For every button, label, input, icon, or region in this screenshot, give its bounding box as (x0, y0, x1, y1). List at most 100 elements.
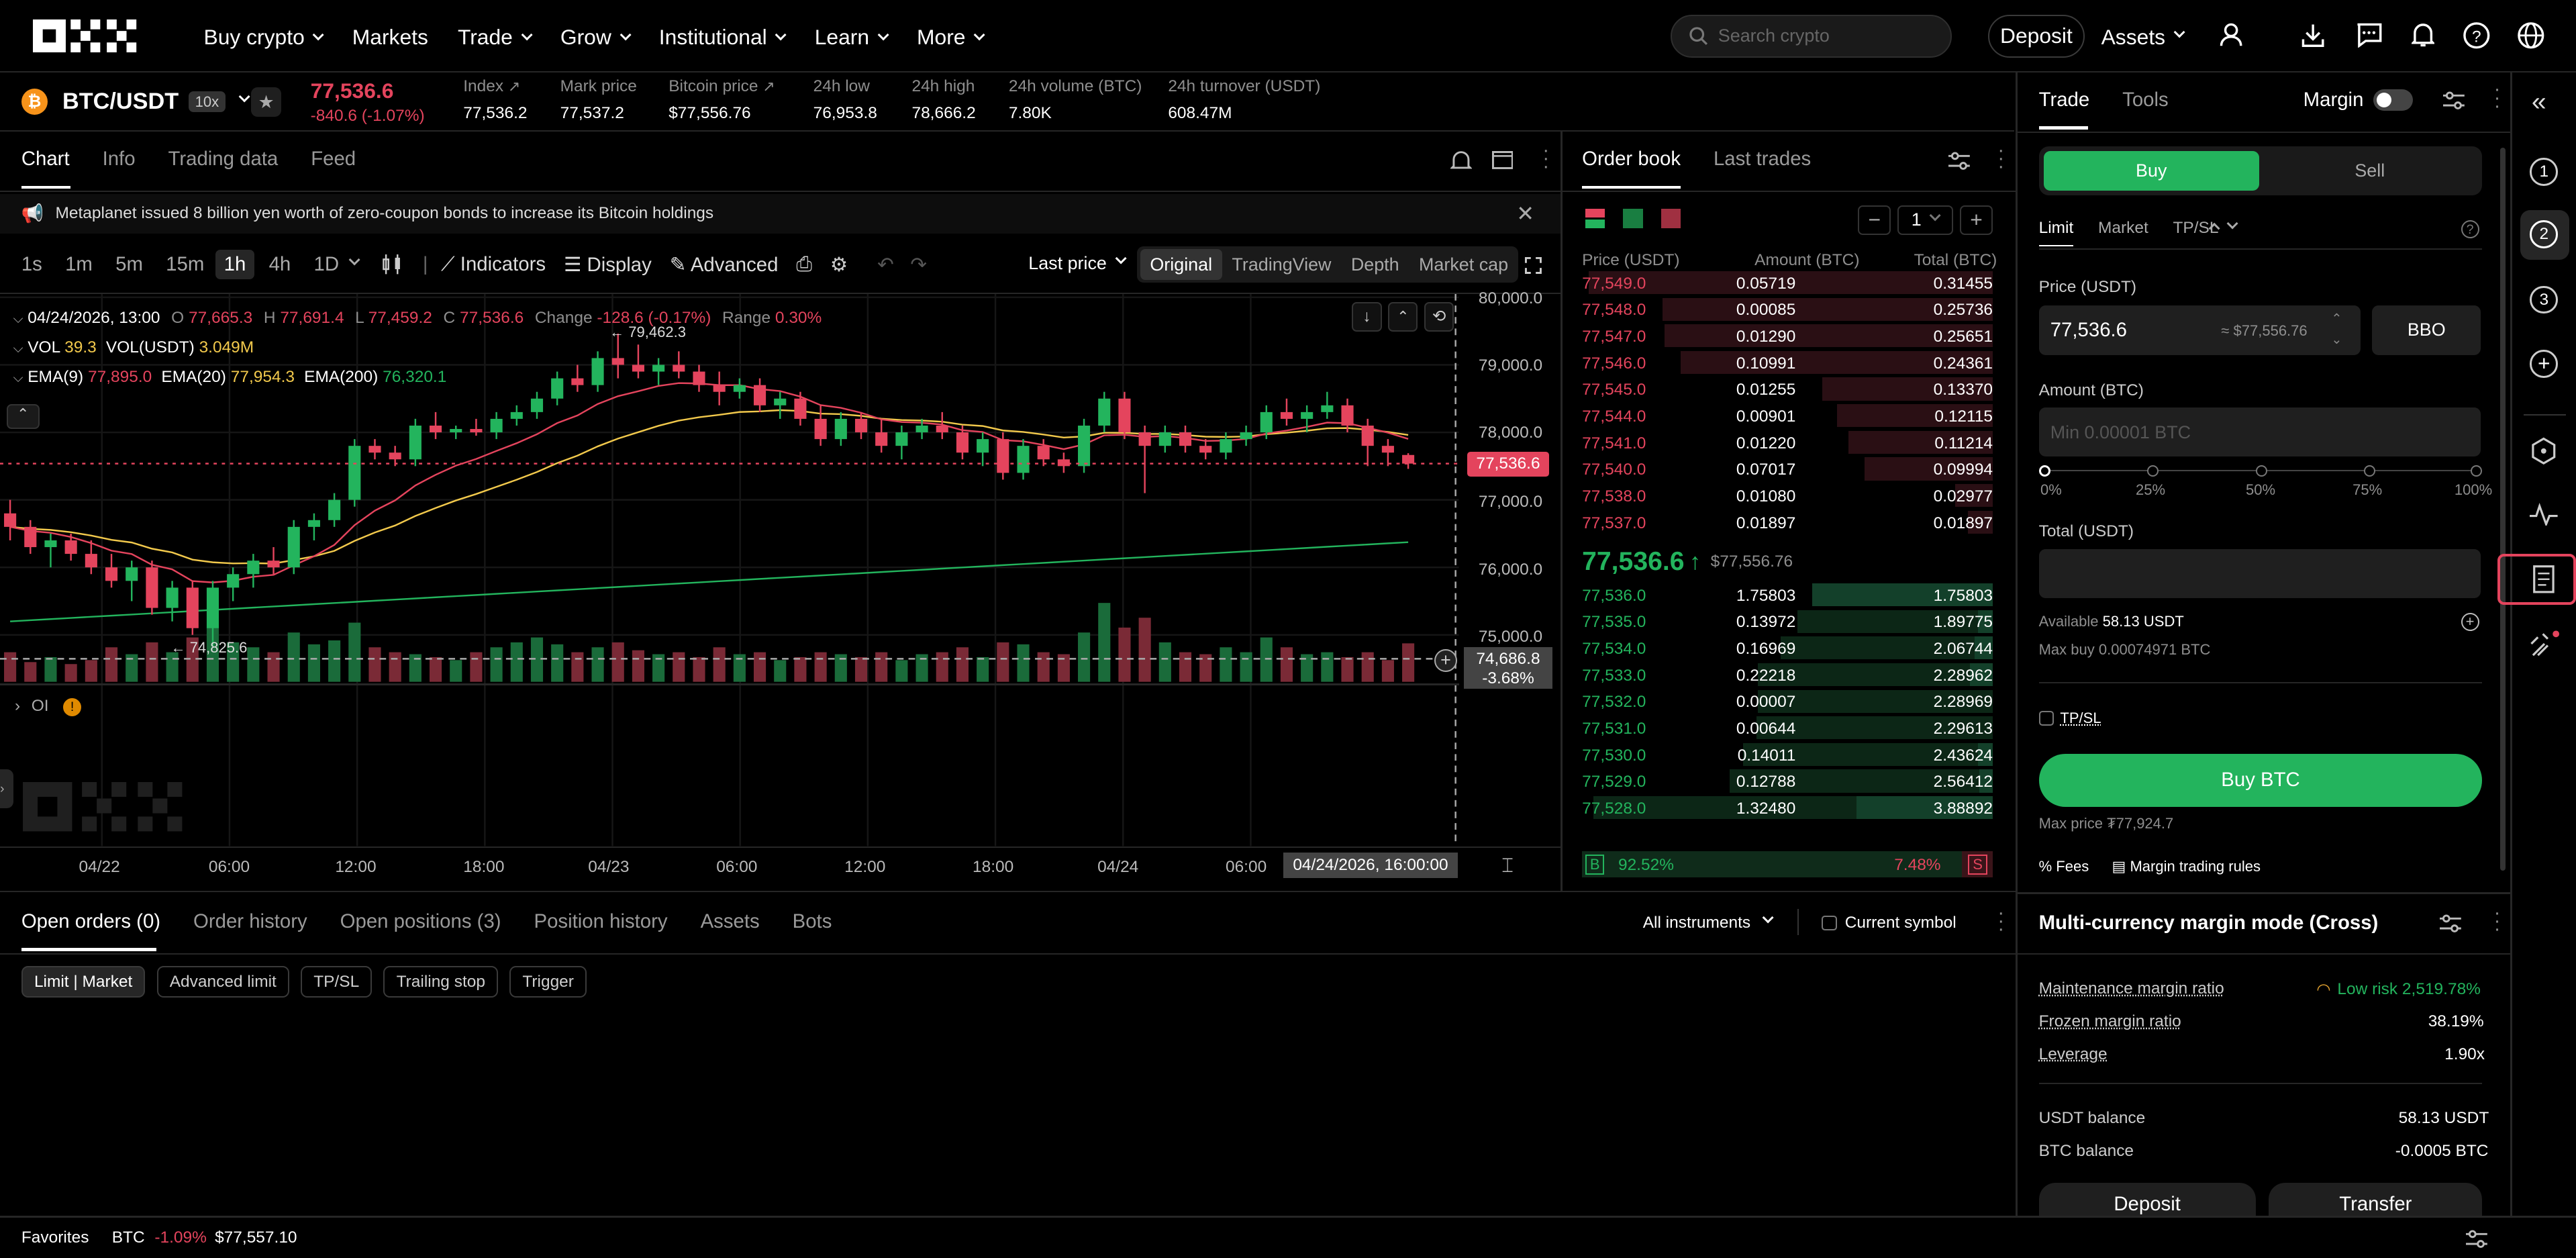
interval-5m[interactable]: 5m (107, 253, 151, 276)
layout-3-button[interactable]: 3 (2530, 286, 2558, 314)
chart-more-icon[interactable]: · · · (1542, 146, 1549, 171)
hexagon-icon[interactable] (2530, 437, 2558, 465)
deposit-button[interactable]: Deposit (1988, 15, 2085, 58)
scroll-latest-icon[interactable]: ↓ (1352, 302, 1381, 332)
amount-slider[interactable]: 0% 25% 50% 75% 100% (2039, 463, 2483, 503)
fullscreen-icon[interactable] (1524, 256, 1542, 275)
bid-row[interactable]: 77,535.0 0.13972 1.89775 (1582, 608, 1993, 634)
tpsl-checkbox[interactable]: TP/SL (2039, 710, 2101, 727)
settings-gear-icon[interactable]: ⚙ (830, 253, 848, 277)
bid-row[interactable]: 77,528.0 1.32480 3.88892 (1582, 795, 1993, 821)
tab-assets[interactable]: Assets (701, 910, 760, 933)
view-market-cap[interactable]: Market cap (1409, 249, 1518, 280)
nav-markets[interactable]: Markets (352, 25, 428, 50)
interval-1m[interactable]: 1m (57, 253, 101, 276)
add-alert-icon[interactable]: + (1434, 649, 1457, 672)
margin-toggle[interactable]: Margin (2303, 89, 2413, 111)
bids-only-icon[interactable] (1623, 209, 1642, 228)
oi-legend[interactable]: › OI ! (15, 697, 81, 716)
chip-trigger[interactable]: Trigger (509, 966, 587, 998)
bell-icon[interactable] (2412, 21, 2434, 48)
side-expand-handle[interactable]: › (0, 769, 13, 809)
ask-row[interactable]: 77,538.0 0.01080 0.02977 (1582, 483, 1993, 509)
tab-chart[interactable]: Chart (21, 148, 70, 171)
view-tradingview[interactable]: TradingView (1222, 249, 1341, 280)
order-type-limit[interactable]: Limit (2039, 219, 2074, 238)
bid-row[interactable]: 77,529.0 0.12788 2.56412 (1582, 768, 1993, 794)
trade-scrollbar[interactable] (2500, 148, 2505, 871)
search-input[interactable]: Search crypto (1671, 15, 1952, 58)
axis-scale-icon[interactable]: ⌶ (1501, 855, 1514, 877)
screenshot-icon[interactable]: ⎙ (796, 253, 812, 276)
undo-icon[interactable]: ↶ (877, 253, 894, 277)
advanced-button[interactable]: ✎ Advanced (670, 253, 779, 277)
trade-settings-icon[interactable] (2443, 91, 2465, 110)
bid-row[interactable]: 77,532.0 0.00007 2.28969 (1582, 688, 1993, 714)
tab-order-history[interactable]: Order history (193, 910, 307, 933)
price-input[interactable]: 77,536.6 ≈ $77,556.76 ⌃ ⌄ (2039, 305, 2361, 354)
ask-row[interactable]: 77,541.0 0.01220 0.11214 (1582, 429, 1993, 455)
news-banner[interactable]: 📢 Metaplanet issued 8 billion yen worth … (0, 194, 1561, 234)
tab-open-orders[interactable]: Open orders (0) (21, 910, 160, 933)
orderbook-settings-icon[interactable] (1948, 151, 1970, 171)
bid-row[interactable]: 77,530.0 0.14011 2.43624 (1582, 741, 1993, 767)
bbo-button[interactable]: BBO (2372, 305, 2481, 354)
ask-row[interactable]: 77,548.0 0.00085 0.25736 (1582, 296, 1993, 322)
expand-icon[interactable]: ⌃ (1388, 302, 1418, 332)
tab-order-book[interactable]: Order book (1582, 148, 1681, 171)
price-mode-select[interactable]: Last price (1028, 253, 1125, 274)
order-type-market[interactable]: Market (2098, 219, 2148, 238)
interval-15m[interactable]: 15m (158, 253, 213, 276)
interval-1h[interactable]: 1h (215, 250, 254, 279)
bot-icon[interactable] (2530, 629, 2561, 659)
precision-select[interactable]: 1 (1897, 205, 1953, 235)
sell-tab[interactable]: Sell (2262, 151, 2477, 191)
interval-1d[interactable]: 1D (305, 253, 347, 276)
ask-row[interactable]: 77,549.0 0.05719 0.31455 (1582, 269, 1993, 295)
ask-row[interactable]: 77,546.0 0.10991 0.24361 (1582, 349, 1993, 375)
indicators-button[interactable]: ⟋ Indicators (441, 253, 546, 276)
close-icon[interactable]: ✕ (1516, 201, 1534, 226)
nav-trade[interactable]: Trade (458, 25, 531, 50)
interval-1s[interactable]: 1s (13, 253, 50, 276)
total-input[interactable] (2039, 549, 2481, 598)
margin-settings-icon[interactable] (2440, 914, 2461, 933)
display-button[interactable]: ☰ Display (564, 253, 652, 277)
user-icon[interactable] (2220, 23, 2242, 48)
view-original[interactable]: Original (1140, 249, 1222, 280)
tab-trading-data[interactable]: Trading data (168, 148, 279, 171)
reset-icon[interactable]: ⟲ (1424, 302, 1454, 332)
globe-icon[interactable] (2517, 21, 2545, 50)
buy-btc-button[interactable]: Buy BTC (2039, 754, 2483, 806)
nav-buy-crypto[interactable]: Buy crypto (204, 25, 323, 50)
nav-more[interactable]: More (917, 25, 983, 50)
transfer-button[interactable]: Transfer (2269, 1183, 2482, 1216)
asks-only-icon[interactable] (1661, 209, 1681, 228)
tab-open-positions[interactable]: Open positions (3) (340, 910, 501, 933)
ask-row[interactable]: 77,537.0 0.01897 0.01897 (1582, 509, 1993, 535)
amount-input[interactable]: Min 0.00001 BTC (2039, 407, 2481, 456)
both-sides-icon[interactable] (1585, 209, 1605, 228)
pair-selector[interactable]: BTC/USDT 10x (62, 89, 248, 115)
ask-row[interactable]: 77,545.0 0.01255 0.13370 (1582, 376, 1993, 402)
assets-menu[interactable]: Assets (2101, 25, 2183, 50)
precision-minus-button[interactable]: − (1858, 205, 1891, 235)
ask-row[interactable]: 77,547.0 0.01290 0.25651 (1582, 323, 1993, 349)
add-layout-icon[interactable]: + (2530, 350, 2558, 378)
alert-icon[interactable] (1450, 150, 1472, 171)
fees-link[interactable]: % Fees (2039, 858, 2089, 875)
help-icon[interactable]: ? (2463, 21, 2491, 50)
tab-info[interactable]: Info (103, 148, 136, 171)
margin-deposit-button[interactable]: Deposit (2039, 1183, 2256, 1216)
chip-trailing-stop[interactable]: Trailing stop (383, 966, 498, 998)
buy-tab[interactable]: Buy (2044, 151, 2259, 191)
pulse-icon[interactable] (2530, 503, 2558, 526)
view-depth[interactable]: Depth (1341, 249, 1409, 280)
order-help-icon[interactable]: ? (2461, 220, 2479, 238)
chip-limit-market[interactable]: Limit | Market (21, 966, 146, 998)
chat-icon[interactable] (2356, 23, 2382, 48)
orderbook-more-icon[interactable]: · · · (1997, 146, 2004, 171)
download-icon[interactable] (2301, 23, 2324, 48)
layout-2-button[interactable]: 2 (2520, 210, 2569, 259)
order-type-tpsl[interactable]: TP/SL (2173, 219, 2236, 238)
